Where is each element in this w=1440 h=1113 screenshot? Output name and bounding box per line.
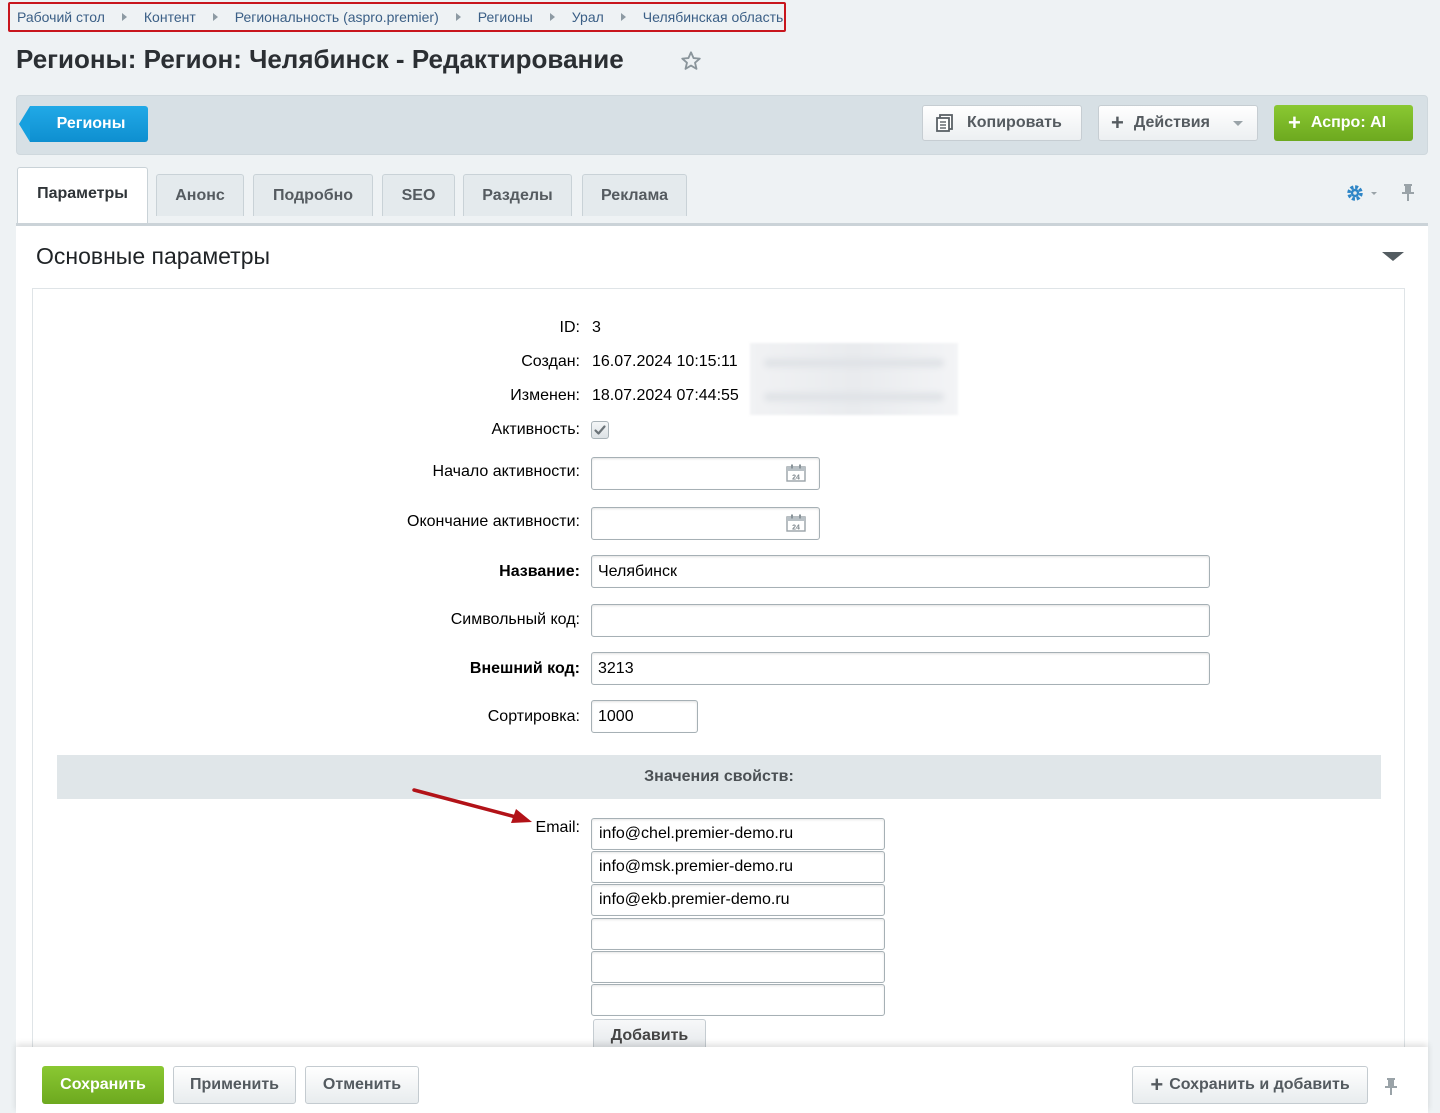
breadcrumb-separator-icon xyxy=(455,13,461,21)
cancel-button-label: Отменить xyxy=(322,1076,402,1093)
email-label: Email: xyxy=(535,819,580,836)
section-title: Основные параметры xyxy=(36,243,271,269)
svg-text:24: 24 xyxy=(792,525,800,532)
name-input[interactable] xyxy=(591,555,1210,588)
tab-label: Разделы xyxy=(482,186,553,204)
breadcrumb-separator-icon xyxy=(212,13,218,21)
copy-button-label: Копировать xyxy=(967,114,1062,131)
aspro-ai-button-label: Аспро: AI xyxy=(1310,114,1387,131)
id-value: 3 xyxy=(592,319,601,336)
save-and-add-button-label: Сохранить и добавить xyxy=(1169,1076,1350,1093)
tab-seo[interactable]: SEO xyxy=(382,174,455,216)
copy-button[interactable]: Копировать xyxy=(922,105,1082,141)
apply-button[interactable]: Применить xyxy=(173,1066,296,1104)
chevron-down-icon xyxy=(1233,121,1243,126)
tab-advertising[interactable]: Реклама xyxy=(582,174,687,216)
tab-label: Параметры xyxy=(37,185,128,202)
active-from-label: Начало активности: xyxy=(432,463,580,480)
copy-icon xyxy=(936,114,953,132)
tab-announce[interactable]: Анонс xyxy=(156,174,244,216)
breadcrumb-separator-icon xyxy=(549,13,555,21)
plus-icon: + xyxy=(1111,110,1124,135)
pin-icon[interactable] xyxy=(1401,183,1415,201)
save-and-add-button[interactable]: + Сохранить и добавить xyxy=(1132,1066,1368,1104)
tab-sections[interactable]: Разделы xyxy=(463,174,572,216)
breadcrumb-item-regions[interactable]: Регионы xyxy=(478,9,533,25)
blurred-user-info xyxy=(750,343,958,415)
name-label: Название: xyxy=(499,563,580,580)
plus-icon: + xyxy=(1288,110,1301,135)
breadcrumb-separator-icon xyxy=(620,13,626,21)
tab-parameters[interactable]: Параметры xyxy=(17,167,148,225)
email-input-3[interactable] xyxy=(591,884,885,916)
breadcrumb-item-regionality[interactable]: Региональность (aspro.premier) xyxy=(235,9,439,25)
email-input-4[interactable] xyxy=(591,918,885,950)
apply-button-label: Применить xyxy=(189,1076,279,1093)
email-input-5[interactable] xyxy=(591,951,885,983)
created-value: 16.07.2024 10:15:11 xyxy=(592,353,738,370)
sort-input[interactable] xyxy=(591,700,698,733)
cancel-button[interactable]: Отменить xyxy=(305,1066,419,1104)
add-button-label: Добавить xyxy=(610,1027,689,1044)
svg-text:24: 24 xyxy=(792,475,800,482)
modified-label: Изменен: xyxy=(510,387,580,404)
symbolic-code-input[interactable] xyxy=(591,604,1210,637)
active-label: Активность: xyxy=(491,421,580,438)
email-input-2[interactable] xyxy=(591,851,885,883)
breadcrumb-item-chelyabinsk-oblast[interactable]: Челябинская область xyxy=(643,9,784,25)
breadcrumb-item-ural[interactable]: Урал xyxy=(572,9,604,25)
created-label: Создан: xyxy=(521,353,580,370)
page-title: Регионы: Регион: Челябинск - Редактирова… xyxy=(16,44,624,74)
sort-label: Сортировка: xyxy=(487,708,580,725)
calendar-icon[interactable]: 24 xyxy=(786,514,806,532)
pin-icon[interactable] xyxy=(1384,1077,1398,1095)
active-checkbox[interactable] xyxy=(591,421,609,439)
actions-dropdown-button[interactable]: + Действия xyxy=(1098,105,1258,141)
tab-label: SEO xyxy=(401,186,436,204)
breadcrumb-separator-icon xyxy=(121,13,127,21)
active-to-label: Окончание активности: xyxy=(407,513,580,530)
back-to-regions-button[interactable]: Регионы xyxy=(19,106,148,142)
email-input-1[interactable] xyxy=(591,818,885,850)
plus-icon: + xyxy=(1150,1072,1164,1097)
save-button[interactable]: Сохранить xyxy=(42,1066,164,1104)
id-label: ID: xyxy=(559,319,580,336)
property-values-title: Значения свойств: xyxy=(644,768,794,785)
email-input-6[interactable] xyxy=(591,984,885,1016)
checkmark-icon xyxy=(594,425,606,435)
tab-details[interactable]: Подробно xyxy=(253,174,373,216)
star-icon[interactable] xyxy=(680,50,702,72)
actions-button-label: Действия xyxy=(1133,114,1210,131)
tab-label: Реклама xyxy=(601,186,668,204)
symbolic-code-label: Символьный код: xyxy=(450,611,580,628)
property-values-header: Значения свойств: xyxy=(57,755,1381,799)
breadcrumb-item-desktop[interactable]: Рабочий стол xyxy=(17,9,105,25)
calendar-icon[interactable]: 24 xyxy=(786,464,806,482)
tab-label: Анонс xyxy=(175,186,225,204)
red-arrow-annotation xyxy=(412,788,532,823)
external-code-input[interactable] xyxy=(591,652,1210,685)
back-button-label: Регионы xyxy=(56,115,126,132)
collapse-arrow-icon[interactable] xyxy=(1382,252,1404,261)
modified-value: 18.07.2024 07:44:55 xyxy=(592,387,739,404)
external-code-label: Внешний код: xyxy=(469,660,580,677)
aspro-ai-button[interactable]: + Аспро: AI xyxy=(1274,105,1413,141)
gear-icon[interactable] xyxy=(1346,184,1380,202)
breadcrumb-item-content[interactable]: Контент xyxy=(144,9,196,25)
save-button-label: Сохранить xyxy=(60,1076,146,1093)
breadcrumb: Рабочий стол Контент Региональность (asp… xyxy=(8,2,786,32)
tab-label: Подробно xyxy=(272,186,354,204)
